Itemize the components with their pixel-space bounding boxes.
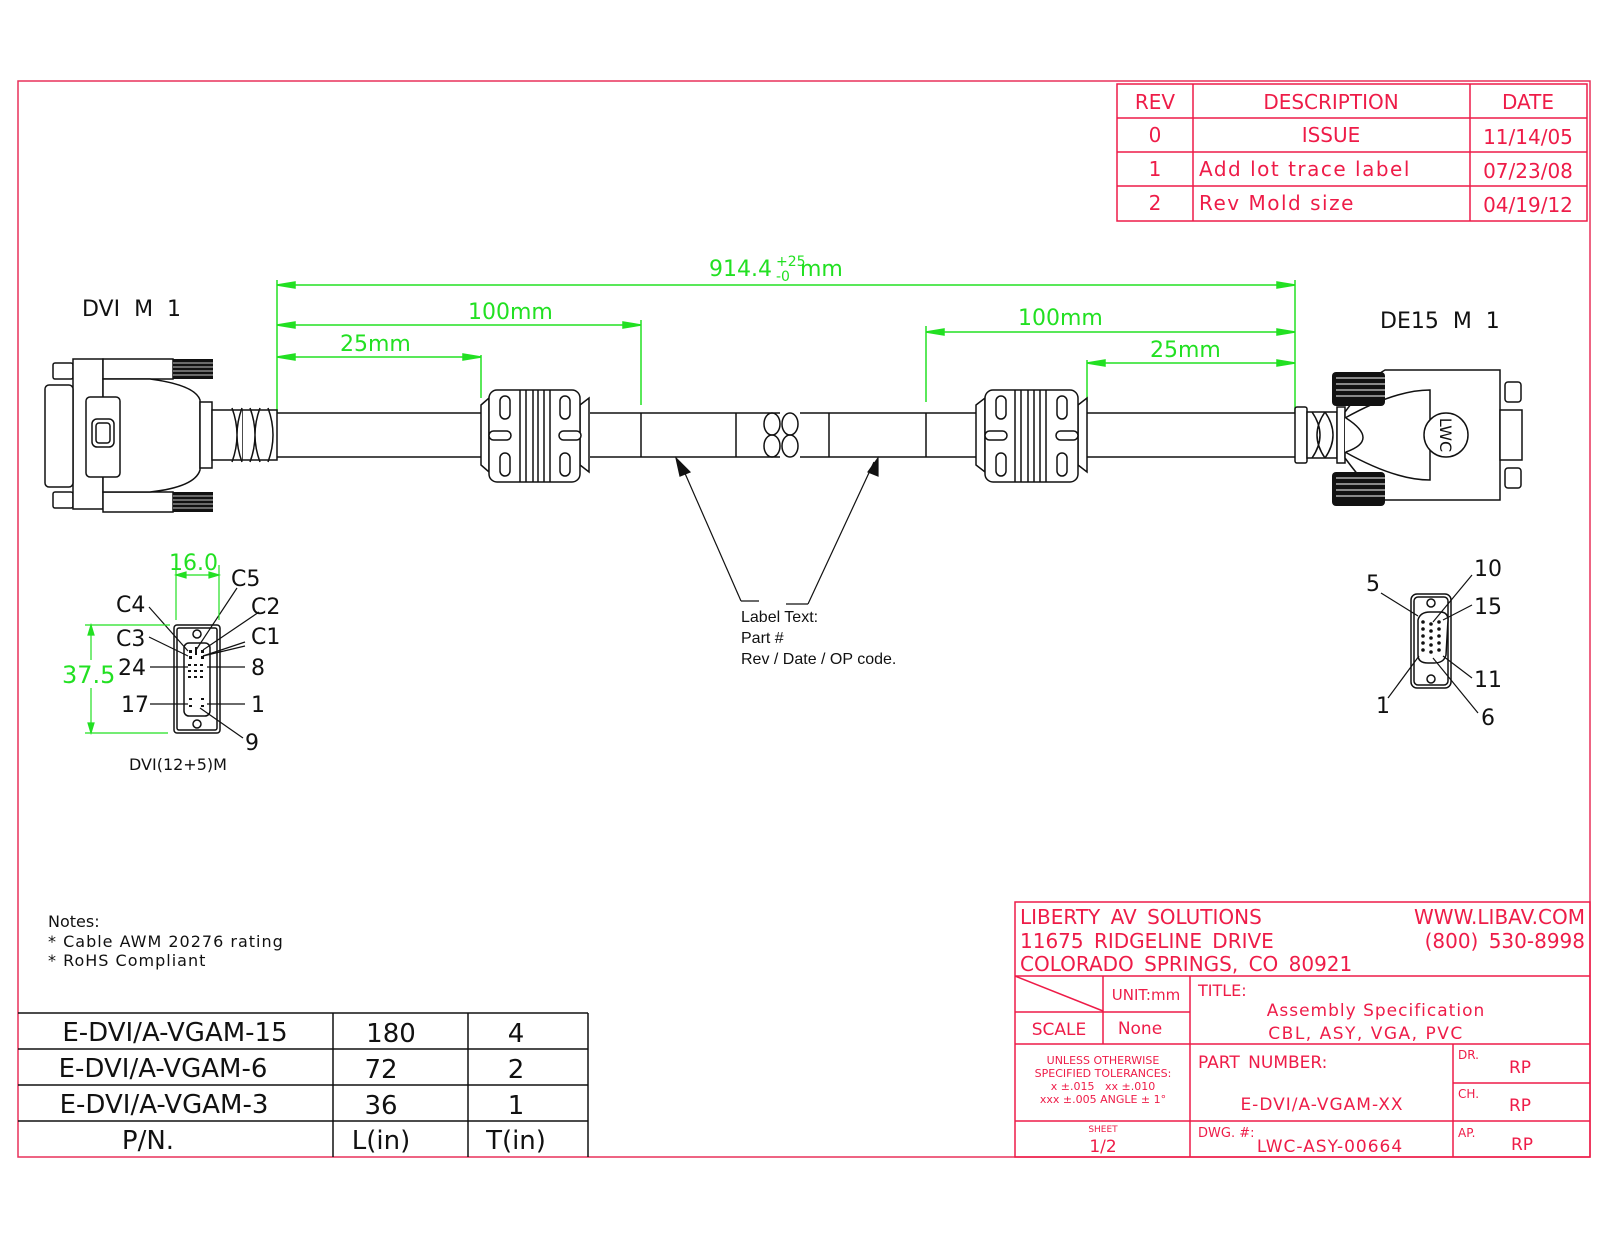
cable	[277, 412, 1295, 458]
dim-overall-tol-minus: -0	[776, 269, 790, 285]
dr-value: RP	[1509, 1058, 1531, 1078]
tolerance-line-1: UNLESS OTHERWISE	[1047, 1054, 1160, 1067]
label-text-line-2: Part #	[741, 630, 784, 647]
title-line-2: CBL, ASY, VGA, PVC	[1268, 1024, 1463, 1044]
dvi-pin-c3: C3	[116, 627, 145, 652]
engineering-drawing: REV DESCRIPTION DATE 0 ISSUE 11/14/05 1 …	[17, 80, 1591, 1158]
rev-header-rev: REV	[1135, 90, 1176, 114]
notes-item-2: * RoHS Compliant	[48, 951, 206, 970]
dim-left-25: 25mm	[340, 332, 411, 357]
part-number-label: PART NUMBER:	[1198, 1053, 1327, 1073]
dim-left-100: 100mm	[468, 300, 553, 325]
company-website: WWW.LIBAV.COM	[1414, 905, 1585, 929]
rev-row-2-rev: 2	[1149, 191, 1162, 215]
part-row-2-l: 36	[364, 1091, 397, 1121]
part-row-2-t: 1	[508, 1091, 525, 1121]
dvi-pin-1: 1	[251, 693, 265, 718]
scale-label: SCALE	[1032, 1020, 1087, 1040]
vga-pin-11: 11	[1474, 668, 1502, 693]
vga-pin-15: 15	[1474, 595, 1502, 620]
dvi-pin-c5: C5	[231, 567, 260, 592]
title-label: TITLE:	[1197, 981, 1247, 1000]
dvi-connector	[44, 358, 278, 513]
part-row-1-pn: E-DVI/A-VGAM-6	[59, 1054, 268, 1084]
left-connector-label: DVI M 1	[82, 297, 181, 322]
rev-row-1-desc: Add lot trace label	[1199, 157, 1411, 181]
rev-row-2-date: 04/19/12	[1483, 193, 1573, 217]
scale-value: None	[1118, 1019, 1162, 1039]
part-row-0-pn: E-DVI/A-VGAM-15	[62, 1018, 287, 1048]
company-phone: (800) 530-8998	[1425, 929, 1585, 953]
part-row-0-l: 180	[366, 1019, 416, 1049]
vga-pin-1: 1	[1376, 694, 1390, 719]
lwc-logo: LWC	[1436, 418, 1455, 452]
company-address-2: COLORADO SPRINGS, CO 80921	[1020, 952, 1352, 976]
dvi-height-dim: 37.5	[62, 661, 115, 689]
unit-label: UNIT:mm	[1112, 986, 1180, 1004]
part-header-pn: P/N.	[122, 1126, 174, 1156]
tolerance-line-3: x ±.015 xx ±.010	[1051, 1080, 1155, 1093]
dr-label: DR.	[1458, 1048, 1479, 1062]
dvi-pin-24: 24	[118, 656, 146, 681]
tolerance-line-4: xxx ±.005 ANGLE ± 1°	[1040, 1093, 1166, 1106]
rev-header-date: DATE	[1502, 90, 1554, 114]
notes-title: Notes:	[48, 912, 100, 931]
dvi-pin-c4: C4	[116, 593, 145, 618]
dim-right-100: 100mm	[1018, 306, 1103, 331]
dvi-pin-17: 17	[121, 693, 149, 718]
dvi-caption: DVI(12+5)M	[129, 755, 227, 774]
rev-row-1-rev: 1	[1149, 157, 1162, 181]
part-header-l: L(in)	[352, 1126, 410, 1156]
rev-row-1-date: 07/23/08	[1483, 159, 1573, 183]
part-header-t: T(in)	[485, 1126, 546, 1156]
dim-overall-unit: mm	[800, 257, 843, 282]
notes-item-1: * Cable AWM 20276 rating	[48, 932, 284, 951]
vga-pin-6: 6	[1481, 706, 1495, 731]
label-text-line-1: Label Text:	[741, 609, 818, 626]
dwg-number: LWC-ASY-00664	[1257, 1137, 1403, 1157]
rev-header-description: DESCRIPTION	[1263, 90, 1398, 114]
dvi-pin-c1: C1	[251, 625, 280, 650]
ch-label: CH.	[1458, 1087, 1479, 1101]
vga-connector	[1294, 369, 1523, 501]
dvi-width-dim: 16.0	[169, 551, 218, 576]
dvi-pin-9: 9	[245, 731, 259, 756]
ferrite-core-left	[480, 389, 590, 483]
dvi-pin-8: 8	[251, 656, 265, 681]
title-line-1: Assembly Specification	[1267, 1001, 1486, 1021]
rev-row-0-rev: 0	[1149, 123, 1162, 147]
label-text-line-3: Rev / Date / OP code.	[741, 651, 896, 668]
tolerance-line-2: SPECIFIED TOLERANCES:	[1035, 1067, 1172, 1080]
rev-row-2-desc: Rev Mold size	[1199, 191, 1355, 215]
part-number-value: E-DVI/A-VGAM-XX	[1240, 1095, 1403, 1115]
part-row-0-t: 4	[508, 1019, 525, 1049]
right-connector-label: DE15 M 1	[1380, 309, 1500, 334]
sheet-value: 1/2	[1089, 1137, 1116, 1157]
ferrite-core-right	[975, 389, 1088, 483]
ap-value: RP	[1511, 1135, 1533, 1155]
company-name: LIBERTY AV SOLUTIONS	[1020, 905, 1262, 929]
dim-overall-value: 914.4	[709, 257, 772, 282]
dwg-label: DWG. #:	[1198, 1126, 1254, 1141]
ap-label: AP.	[1458, 1126, 1475, 1140]
dim-right-25: 25mm	[1150, 338, 1221, 363]
label-leader-lines	[674, 456, 879, 605]
part-row-2-pn: E-DVI/A-VGAM-3	[60, 1090, 269, 1120]
vga-pin-5: 5	[1366, 572, 1380, 597]
vga-pin-10: 10	[1474, 557, 1502, 582]
dimension-lines	[276, 280, 1296, 413]
part-row-1-t: 2	[508, 1055, 525, 1085]
sheet-label: SHEET	[1088, 1125, 1118, 1135]
dvi-pin-c2: C2	[251, 595, 280, 620]
part-row-1-l: 72	[364, 1055, 397, 1085]
company-address-1: 11675 RIDGELINE DRIVE	[1020, 929, 1274, 953]
rev-row-0-date: 11/14/05	[1483, 125, 1573, 149]
rev-row-0-desc: ISSUE	[1302, 123, 1361, 147]
ch-value: RP	[1509, 1096, 1531, 1116]
